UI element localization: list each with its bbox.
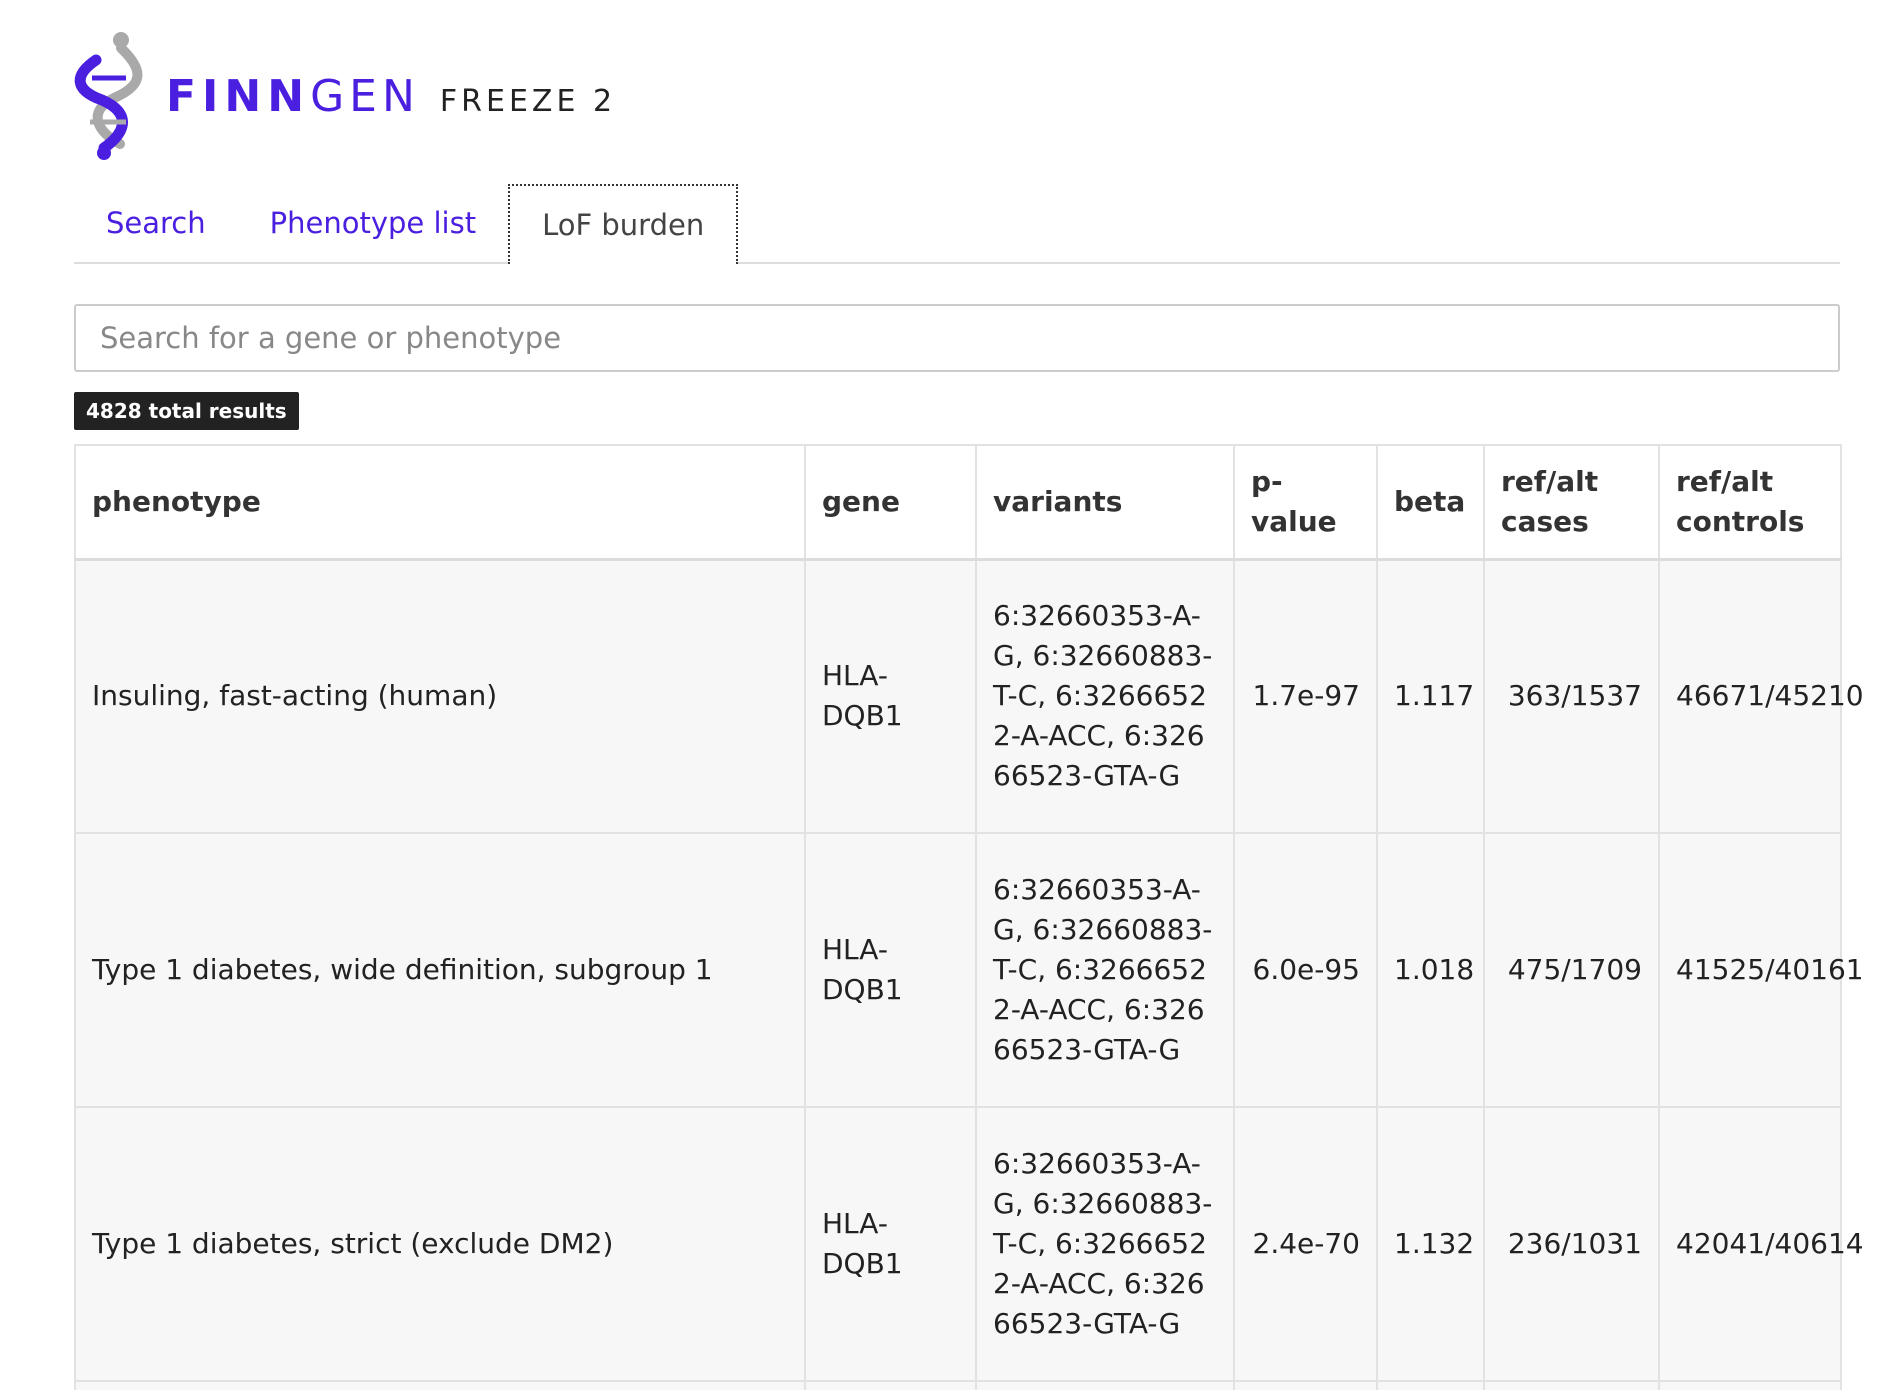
beta-cell: 1.117 bbox=[1376, 558, 1485, 834]
column-header-ref-alt-controls[interactable]: ref/alt controls bbox=[1658, 444, 1842, 561]
dna-helix-icon bbox=[74, 32, 143, 160]
pvalue-cell: 1.7e-97 bbox=[1233, 558, 1378, 834]
gene-cell[interactable]: HLA-DQB1 bbox=[804, 1106, 977, 1382]
column-header-gene[interactable]: gene bbox=[804, 444, 977, 561]
table-header-row: phenotype gene variants p-value beta ref… bbox=[74, 444, 1842, 561]
tab-search[interactable]: Search bbox=[74, 184, 238, 262]
phenotype-cell[interactable]: Type 1 diabetes, strict (exclude DM2) bbox=[74, 1106, 806, 1382]
column-header-pvalue[interactable]: p-value bbox=[1233, 444, 1378, 561]
pvalue-cell: 6.0e-95 bbox=[1233, 832, 1378, 1108]
brand-name-bold: FINN bbox=[166, 70, 311, 122]
results-table: phenotype gene variants p-value beta ref… bbox=[74, 444, 1864, 1390]
search-input[interactable] bbox=[74, 304, 1840, 372]
tab-phenotype-list[interactable]: Phenotype list bbox=[238, 184, 508, 262]
table-row: Type 1 diabetes, wide definition, subgro… bbox=[74, 832, 1864, 1108]
total-results-badge: 4828 total results bbox=[74, 392, 299, 430]
beta-cell-empty bbox=[1376, 1380, 1485, 1390]
results-table-container: phenotype gene variants p-value beta ref… bbox=[74, 444, 1864, 1390]
variants-cell: 6:32660353-A-G, 6:32660883-T-C, 6:326665… bbox=[975, 832, 1235, 1108]
cases-cell: 236/1031 bbox=[1483, 1106, 1660, 1382]
cases-cell-empty bbox=[1483, 1380, 1660, 1390]
controls-cell-empty bbox=[1658, 1380, 1842, 1390]
table-row: Type 1 diabetes, strict (exclude DM2) HL… bbox=[74, 1106, 1864, 1382]
table-row-partial bbox=[74, 1380, 1842, 1390]
column-header-variants[interactable]: variants bbox=[975, 444, 1235, 561]
column-header-phenotype[interactable]: phenotype bbox=[74, 444, 806, 561]
variants-cell: 6:32660353-A-G, 6:32660883-T-C, 6:326665… bbox=[975, 558, 1235, 834]
page: FINN GEN FREEZE 2 Search Phenotype list … bbox=[0, 0, 1898, 1390]
brand-name-light: GEN bbox=[310, 70, 420, 122]
phenotype-cell-empty bbox=[74, 1380, 806, 1390]
phenotype-cell[interactable]: Insuling, fast-acting (human) bbox=[74, 558, 806, 834]
release-label: FREEZE 2 bbox=[439, 83, 617, 119]
column-header-ref-alt-cases[interactable]: ref/alt cases bbox=[1483, 444, 1660, 561]
cases-cell: 475/1709 bbox=[1483, 832, 1660, 1108]
beta-cell: 1.132 bbox=[1376, 1106, 1485, 1382]
nav-tabs: Search Phenotype list LoF burden bbox=[74, 182, 1840, 264]
brand-wordmark: FINN GEN FREEZE 2 bbox=[166, 71, 616, 122]
controls-cell: 41525/40161 bbox=[1658, 832, 1864, 1108]
pvalue-cell-empty bbox=[1233, 1380, 1378, 1390]
beta-cell: 1.018 bbox=[1376, 832, 1485, 1108]
tab-lof-burden[interactable]: LoF burden bbox=[508, 184, 739, 264]
phenotype-cell[interactable]: Type 1 diabetes, wide definition, subgro… bbox=[74, 832, 806, 1108]
finngen-logo[interactable]: FINN GEN FREEZE 2 bbox=[74, 30, 616, 162]
pvalue-cell: 2.4e-70 bbox=[1233, 1106, 1378, 1382]
controls-cell: 42041/40614 bbox=[1658, 1106, 1864, 1382]
column-header-beta[interactable]: beta bbox=[1376, 444, 1485, 561]
cases-cell: 363/1537 bbox=[1483, 558, 1660, 834]
controls-cell: 46671/45210 bbox=[1658, 558, 1864, 834]
gene-cell-empty bbox=[804, 1380, 977, 1390]
variants-cell-empty bbox=[975, 1380, 1235, 1390]
gene-cell[interactable]: HLA-DQB1 bbox=[804, 832, 977, 1108]
table-row: Insuling, fast-acting (human) HLA-DQB1 6… bbox=[74, 558, 1864, 834]
variants-cell: 6:32660353-A-G, 6:32660883-T-C, 6:326665… bbox=[975, 1106, 1235, 1382]
gene-cell[interactable]: HLA-DQB1 bbox=[804, 558, 977, 834]
